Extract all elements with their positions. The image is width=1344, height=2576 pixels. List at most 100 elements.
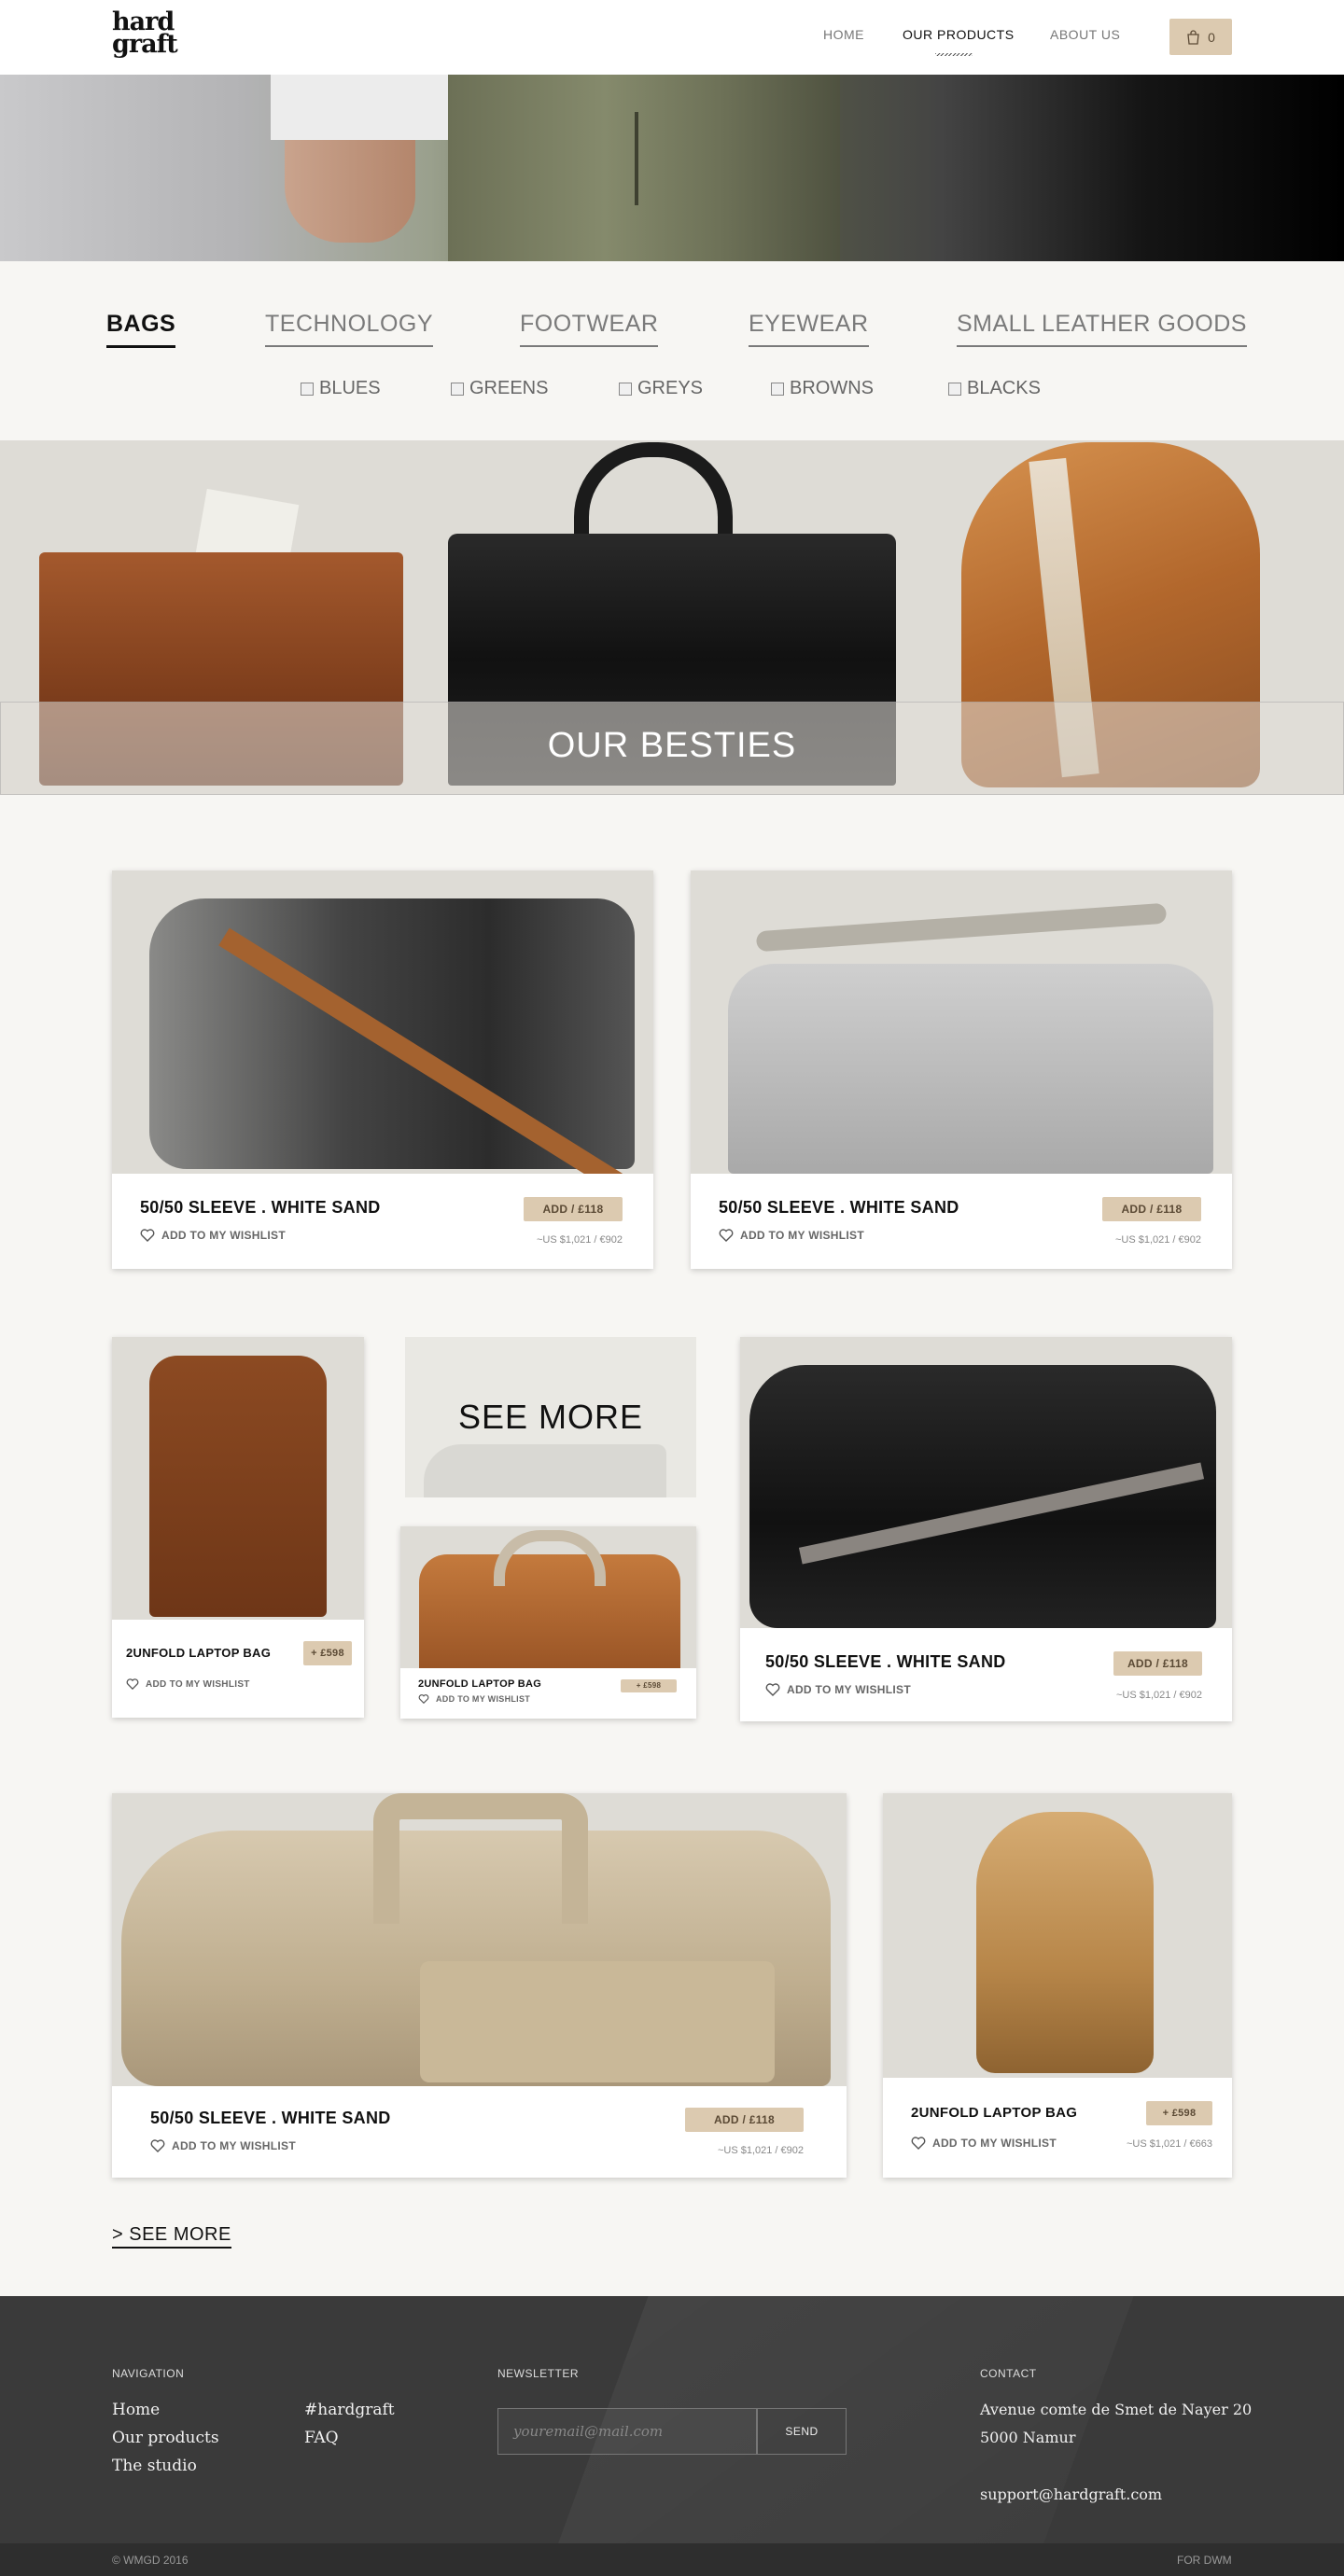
- wishlist-label: Add to my wishlist: [787, 1683, 911, 1696]
- wishlist-button[interactable]: Add to my wishlist: [140, 1229, 286, 1242]
- add-to-cart-button[interactable]: ADD / £118: [524, 1197, 623, 1221]
- product-image[interactable]: [112, 1793, 847, 2086]
- product-name[interactable]: 2Unfold Laptop Bag: [126, 1646, 271, 1660]
- active-nav-indicator: [935, 53, 973, 56]
- product-image[interactable]: [400, 1526, 696, 1668]
- see-more-tile[interactable]: See More: [405, 1337, 696, 1497]
- wishlist-label: Add to my wishlist: [161, 1229, 286, 1242]
- cart-button[interactable]: 0: [1169, 19, 1232, 55]
- footer-link-hardgraft[interactable]: #hardgraft: [304, 2401, 395, 2419]
- newsletter-send-button[interactable]: Send: [757, 2408, 847, 2455]
- nav-our-products[interactable]: Our Products: [903, 27, 1015, 42]
- add-to-cart-button[interactable]: ADD / £118: [685, 2108, 804, 2132]
- product-image[interactable]: [691, 870, 1232, 1174]
- product-card[interactable]: 50/50 Sleeve . White Sand Add to my wish…: [112, 1793, 847, 2178]
- footer-bottom-bar: [0, 2543, 1344, 2576]
- footer-link-home[interactable]: Home: [112, 2401, 160, 2419]
- logo[interactable]: hard graft: [112, 9, 178, 59]
- bag-pocket-shape: [420, 1961, 775, 2082]
- besties-banner[interactable]: Our Besties: [0, 440, 1344, 795]
- wishlist-button[interactable]: Add to my wishlist: [719, 1229, 864, 1242]
- wishlist-button[interactable]: Add to my wishlist: [126, 1678, 250, 1690]
- checkbox[interactable]: [771, 382, 784, 396]
- product-name[interactable]: 50/50 Sleeve . White Sand: [719, 1198, 959, 1218]
- product-card[interactable]: 50/50 Sleeve . White Sand Add to my wish…: [112, 870, 653, 1269]
- add-to-cart-button[interactable]: ADD / £118: [1102, 1197, 1201, 1221]
- logo-line-2: graft: [112, 30, 178, 59]
- filter-label: Blacks: [967, 378, 1041, 398]
- tab-eyewear[interactable]: Eyewear: [749, 311, 869, 347]
- nav-about-us[interactable]: About Us: [1050, 27, 1120, 42]
- wishlist-button[interactable]: Add to my wishlist: [765, 1683, 911, 1696]
- checkbox[interactable]: [948, 382, 961, 396]
- tab-bags[interactable]: Bags: [106, 311, 176, 348]
- credit-text[interactable]: For DWM: [1177, 2554, 1232, 2567]
- product-card[interactable]: 2Unfold Laptop Bag Add to my wishlist + …: [400, 1526, 696, 1719]
- product-image[interactable]: [883, 1793, 1232, 2078]
- product-card[interactable]: 50/50 Sleeve . White Sand Add to my wish…: [691, 870, 1232, 1269]
- contact-address-line-1: Avenue comte de Smet de Nayer 20: [980, 2401, 1253, 2418]
- heart-icon: [765, 1683, 780, 1696]
- wishlist-label: Add to my wishlist: [146, 1678, 250, 1690]
- newsletter-email-input[interactable]: youremail@mail.com: [497, 2408, 757, 2455]
- hero-vest: [448, 75, 840, 261]
- heart-icon: [418, 1694, 429, 1704]
- product-card[interactable]: 2Unfold Laptop Bag Add to my wishlist + …: [112, 1337, 364, 1718]
- add-to-cart-button[interactable]: ADD / £118: [1113, 1651, 1202, 1676]
- product-image[interactable]: [112, 1337, 364, 1620]
- bag-handle-shape: [494, 1530, 606, 1586]
- wishlist-button[interactable]: Add to my wishlist: [911, 2137, 1057, 2150]
- filter-label: Browns: [790, 378, 874, 398]
- footer-link-the-studio[interactable]: The studio: [112, 2457, 197, 2475]
- product-image[interactable]: [740, 1337, 1232, 1628]
- cart-count: 0: [1208, 29, 1215, 45]
- filter-greys[interactable]: Greys: [619, 378, 703, 399]
- price-conversion: ~US $1,021 / €902: [536, 1234, 623, 1246]
- product-card[interactable]: 50/50 Sleeve . White Sand Add to my wish…: [740, 1337, 1232, 1721]
- product-name[interactable]: 2Unfold Laptop Bag: [418, 1678, 541, 1690]
- tab-technology[interactable]: Technology: [265, 311, 434, 347]
- hero-shirt: [271, 75, 457, 140]
- bag-handle-shape: [373, 1793, 588, 1924]
- see-more-link[interactable]: > See More: [112, 2224, 231, 2249]
- product-name[interactable]: 50/50 Sleeve . White Sand: [140, 1198, 381, 1218]
- heart-icon: [126, 1678, 139, 1690]
- grey-bag-shape: [728, 964, 1213, 1174]
- product-name[interactable]: 2Unfold Laptop Bag: [911, 2105, 1077, 2121]
- heart-icon: [719, 1229, 734, 1242]
- product-card[interactable]: 2Unfold Laptop Bag Add to my wishlist + …: [883, 1793, 1232, 2178]
- product-name[interactable]: 50/50 Sleeve . White Sand: [765, 1652, 1006, 1672]
- add-to-cart-button[interactable]: + £598: [303, 1641, 352, 1665]
- product-image[interactable]: [112, 870, 653, 1174]
- checkbox[interactable]: [451, 382, 464, 396]
- site-footer: Navigation Home Our products The studio …: [0, 2296, 1344, 2576]
- wishlist-button[interactable]: Add to my wishlist: [418, 1694, 530, 1704]
- contact-address-line-2: 5000 Namur: [980, 2429, 1076, 2446]
- contact-email-link[interactable]: support@hardgraft.com: [980, 2485, 1162, 2503]
- add-to-cart-button[interactable]: + £598: [1146, 2101, 1212, 2125]
- filter-greens[interactable]: Greens: [451, 378, 548, 399]
- wishlist-label: Add to my wishlist: [172, 2139, 296, 2152]
- heart-icon: [150, 2139, 165, 2152]
- tab-footwear[interactable]: Footwear: [520, 311, 659, 347]
- wishlist-label: Add to my wishlist: [436, 1694, 531, 1704]
- footer-newsletter-heading: Newsletter: [497, 2367, 580, 2380]
- faded-bag-shape: [424, 1444, 666, 1497]
- filter-blacks[interactable]: Blacks: [948, 378, 1041, 399]
- filter-browns[interactable]: Browns: [771, 378, 874, 399]
- add-to-cart-button[interactable]: + £598: [621, 1679, 677, 1692]
- nav-home[interactable]: Home: [823, 27, 864, 42]
- footer-link-faq[interactable]: FAQ: [304, 2429, 339, 2447]
- see-more-tile-label: See More: [457, 1398, 644, 1436]
- filter-blues[interactable]: Blues: [301, 378, 381, 399]
- footer-navigation-heading: Navigation: [112, 2367, 185, 2380]
- checkbox[interactable]: [619, 382, 632, 396]
- wishlist-button[interactable]: Add to my wishlist: [150, 2139, 296, 2152]
- price-conversion: ~US $1,021 / €663: [1126, 2138, 1212, 2150]
- black-bag-shape: [749, 1365, 1216, 1628]
- product-name[interactable]: 50/50 Sleeve . White Sand: [150, 2109, 391, 2128]
- checkbox[interactable]: [301, 382, 314, 396]
- footer-link-our-products[interactable]: Our products: [112, 2429, 219, 2447]
- footer-contact-heading: Contact: [980, 2367, 1037, 2380]
- tab-small-leather-goods[interactable]: Small Leather Goods: [957, 311, 1247, 347]
